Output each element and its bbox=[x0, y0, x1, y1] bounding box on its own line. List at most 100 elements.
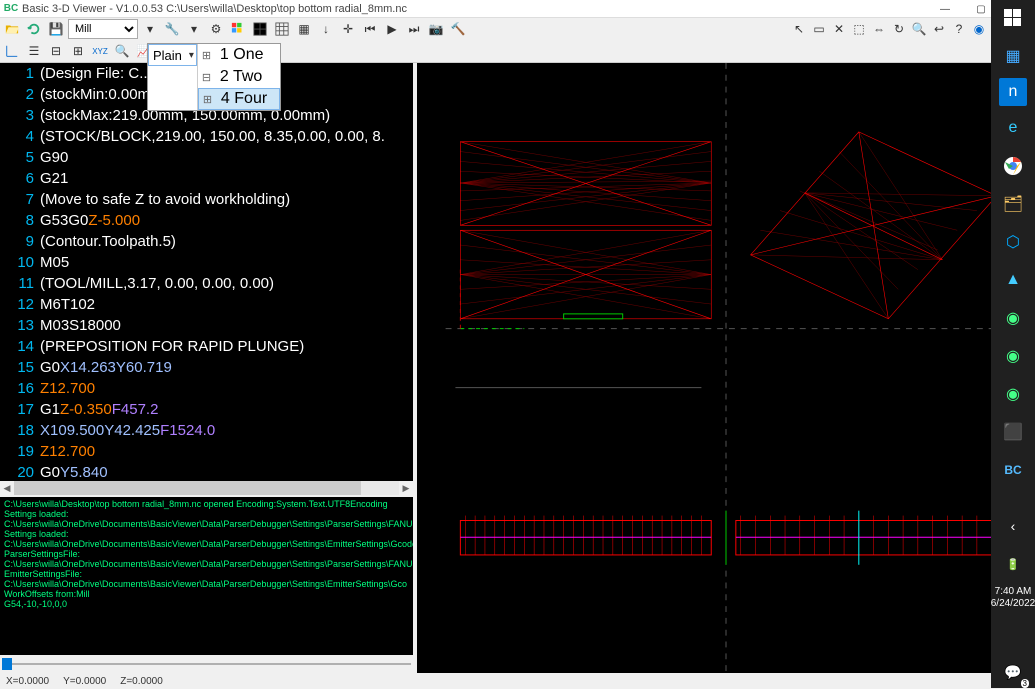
app5-icon[interactable]: ◉ bbox=[995, 302, 1031, 334]
scroll-right-icon[interactable]: ▶ bbox=[399, 483, 413, 494]
pan-icon[interactable]: ⇔ bbox=[869, 19, 889, 39]
tree-icon[interactable]: ⊟ bbox=[46, 41, 66, 61]
tool-icon[interactable]: 🔨 bbox=[448, 19, 468, 39]
layout-option-label: 1 One bbox=[220, 46, 264, 64]
skip-fwd-icon[interactable]: ⏭ bbox=[404, 19, 424, 39]
save-icon[interactable]: 💾 bbox=[46, 19, 66, 39]
page-icon[interactable]: ▭ bbox=[809, 19, 829, 39]
slider-thumb[interactable] bbox=[2, 658, 12, 670]
code-line[interactable]: 19Z12.700 bbox=[0, 441, 413, 462]
chrome-icon[interactable] bbox=[995, 150, 1031, 182]
numbers-icon[interactable]: ⊞ bbox=[68, 41, 88, 61]
code-line[interactable]: 6G21 bbox=[0, 168, 413, 189]
code-line[interactable]: 9(Contour.Toolpath.5) bbox=[0, 231, 413, 252]
machine-select[interactable]: Mill bbox=[68, 19, 138, 39]
start-icon[interactable] bbox=[995, 2, 1031, 34]
viewport-layout-select[interactable]: Plain bbox=[148, 44, 197, 66]
status-x: X=0.0000 bbox=[6, 676, 49, 687]
code-line[interactable]: 20G0Y5.840 bbox=[0, 462, 413, 481]
app4-icon[interactable]: ▲ bbox=[995, 264, 1031, 296]
log-line: WorkOffsets from:Mill bbox=[4, 589, 409, 599]
taskbar-clock[interactable]: 7:40 AM 6/24/2022 bbox=[991, 586, 1035, 650]
scroll-left-icon[interactable]: ◀ bbox=[0, 483, 14, 494]
fit-icon[interactable]: ✕ bbox=[829, 19, 849, 39]
camera-icon[interactable]: 📷 bbox=[426, 19, 446, 39]
tray-expand-icon[interactable]: ‹ bbox=[995, 510, 1031, 542]
help-icon[interactable]: ? bbox=[949, 19, 969, 39]
slider-track bbox=[2, 663, 411, 665]
code-line[interactable]: 4(STOCK/BLOCK,219.00, 150.00, 8.35,0.00,… bbox=[0, 126, 413, 147]
orbit-icon[interactable]: ↻ bbox=[889, 19, 909, 39]
3d-viewport[interactable] bbox=[417, 63, 1035, 673]
palette-icon[interactable] bbox=[228, 19, 248, 39]
skip-back-icon[interactable]: ⏮ bbox=[360, 19, 380, 39]
status-y: Y=0.0000 bbox=[63, 676, 106, 687]
layout-option[interactable]: ⊞4 Four bbox=[198, 88, 280, 110]
code-line[interactable]: 13M03S18000 bbox=[0, 315, 413, 336]
zoom-icon[interactable]: 🔍 bbox=[909, 19, 929, 39]
layout-option[interactable]: ⊟2 Two bbox=[198, 66, 280, 88]
search-icon[interactable]: 🔍 bbox=[112, 41, 132, 61]
select-icon[interactable]: ⬚ bbox=[849, 19, 869, 39]
code-line[interactable]: 8G53G0Z-5.000 bbox=[0, 210, 413, 231]
explorer-icon[interactable]: 🗂 bbox=[995, 188, 1031, 220]
app7-icon[interactable]: ◉ bbox=[995, 378, 1031, 410]
minimize-button[interactable]: — bbox=[927, 0, 963, 18]
home-icon[interactable]: ↩ bbox=[929, 19, 949, 39]
app1-icon[interactable]: ▦ bbox=[995, 40, 1031, 72]
grid5-icon[interactable]: ▦ bbox=[294, 19, 314, 39]
app8-icon[interactable]: ⬛ bbox=[995, 416, 1031, 448]
list-icon[interactable]: ☰ bbox=[24, 41, 44, 61]
grid-icon[interactable] bbox=[250, 19, 270, 39]
zoom-fit-icon[interactable]: ✛ bbox=[338, 19, 358, 39]
chevron-down-icon-2[interactable]: ▾ bbox=[184, 19, 204, 39]
grid-icon: ⊞ bbox=[203, 93, 221, 106]
notifications-icon[interactable]: 💬3 bbox=[995, 656, 1031, 688]
log-line: Settings loaded: C:\Users\willa\OneDrive… bbox=[4, 529, 409, 549]
code-line[interactable]: 17G1Z-0.350F457.2 bbox=[0, 399, 413, 420]
zoom-down-icon[interactable]: ↓ bbox=[316, 19, 336, 39]
log-line: C:\Users\willa\Desktop\top bottom radial… bbox=[4, 499, 409, 509]
code-hscroll[interactable]: ◀ ▶ bbox=[0, 481, 413, 495]
code-line[interactable]: 10M05 bbox=[0, 252, 413, 273]
xyz-icon[interactable]: XYZ bbox=[90, 41, 110, 61]
axes-icon[interactable] bbox=[2, 41, 22, 61]
chevron-down-icon[interactable]: ▾ bbox=[140, 19, 160, 39]
app-icon: BC bbox=[4, 2, 18, 16]
play-icon[interactable]: ▶ bbox=[382, 19, 402, 39]
viewport-layout-dropdown: Plain ⊞1 One⊟2 Two⊞4 Four bbox=[147, 43, 281, 111]
wrench-icon[interactable]: 🔧 bbox=[162, 19, 182, 39]
code-line[interactable]: 5G90 bbox=[0, 147, 413, 168]
arrow-icon[interactable]: ↖ bbox=[789, 19, 809, 39]
code-line[interactable]: 16Z12.700 bbox=[0, 378, 413, 399]
code-line[interactable]: 15G0X14.263Y60.719 bbox=[0, 357, 413, 378]
viewport-layout-selected: Plain bbox=[153, 48, 182, 63]
clock-date: 6/24/2022 bbox=[991, 598, 1035, 610]
viewport-pane[interactable] bbox=[413, 63, 1035, 673]
layout-option[interactable]: ⊞1 One bbox=[198, 44, 280, 66]
code-line[interactable]: 18X109.500Y42.425F1524.0 bbox=[0, 420, 413, 441]
grid4-icon[interactable] bbox=[272, 19, 292, 39]
left-pane: 1(Design File: C..Users Design.into.32(s… bbox=[0, 63, 413, 673]
app3-icon[interactable]: ⬡ bbox=[995, 226, 1031, 258]
log-line: G54,-10,-10,0,0 bbox=[4, 599, 409, 609]
titlebar: BC Basic 3-D Viewer - V1.0.0.53 C:\Users… bbox=[0, 0, 1035, 18]
bc-icon[interactable]: BC bbox=[995, 454, 1031, 486]
log-panel: C:\Users\willa\Desktop\top bottom radial… bbox=[0, 495, 413, 655]
gear-icon[interactable]: ⚙ bbox=[206, 19, 226, 39]
code-line[interactable]: 11(TOOL/MILL,3.17, 0.00, 0.00, 0.00) bbox=[0, 273, 413, 294]
scroll-thumb[interactable] bbox=[14, 481, 361, 495]
target-icon[interactable]: ◉ bbox=[969, 19, 989, 39]
app2-icon[interactable]: n bbox=[999, 78, 1027, 106]
code-line[interactable]: 7(Move to safe Z to avoid workholding) bbox=[0, 189, 413, 210]
gcode-editor[interactable]: 1(Design File: C..Users Design.into.32(s… bbox=[0, 63, 413, 481]
code-line[interactable]: 14(PREPOSITION FOR RAPID PLUNGE) bbox=[0, 336, 413, 357]
tray-battery-icon[interactable]: 🔋 bbox=[995, 548, 1031, 580]
code-line[interactable]: 12M6T102 bbox=[0, 294, 413, 315]
refresh-icon[interactable] bbox=[24, 19, 44, 39]
open-icon[interactable] bbox=[2, 19, 22, 39]
statusbar: X=0.0000 Y=0.0000 Z=0.0000 bbox=[0, 673, 1035, 689]
app6-icon[interactable]: ◉ bbox=[995, 340, 1031, 372]
edge-icon[interactable]: e bbox=[995, 112, 1031, 144]
progress-slider[interactable] bbox=[0, 655, 413, 673]
